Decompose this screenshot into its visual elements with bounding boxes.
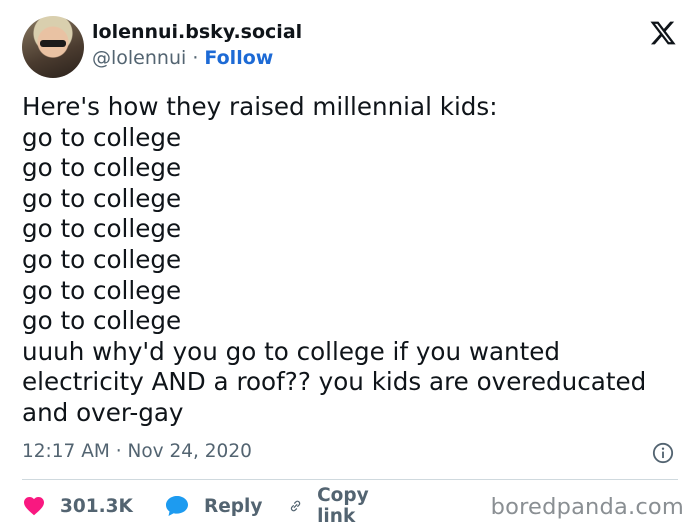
post-timestamp[interactable]: 12:17 AM · Nov 24, 2020 <box>22 441 252 462</box>
post-line: go to college <box>22 275 182 305</box>
author-display-name[interactable]: lolennui.bsky.social <box>92 21 302 43</box>
copy-link-button[interactable]: Copy link <box>288 485 378 527</box>
watermark: boredpanda.com <box>490 494 684 520</box>
post-line: electricity AND a roof?? you kids are ov… <box>22 367 647 397</box>
heart-icon <box>24 497 44 516</box>
info-icon[interactable] <box>652 442 674 464</box>
post-text: Here's how they raised millennial kids: … <box>22 92 682 429</box>
post-date: Nov 24, 2020 <box>127 441 252 462</box>
reply-bubble-icon <box>166 496 188 516</box>
copy-link-label: Copy link <box>317 485 369 527</box>
post-line: go to college <box>22 214 182 244</box>
post-line: and over-gay <box>22 397 184 427</box>
author-handle[interactable]: @lolennui <box>92 47 186 69</box>
follow-button[interactable]: Follow <box>204 47 273 69</box>
post-line: go to college <box>22 153 182 183</box>
like-button[interactable]: 301.3K <box>22 492 133 520</box>
reply-button[interactable]: Reply <box>164 492 262 520</box>
avatar[interactable] <box>22 16 84 78</box>
post-line: uuuh why'd you go to college if you want… <box>22 336 561 366</box>
handle-separator: · <box>192 47 199 69</box>
divider <box>22 479 678 480</box>
post-line: go to college <box>22 244 182 274</box>
post-line: Here's how they raised millennial kids: <box>22 92 498 121</box>
timestamp-separator: · <box>115 441 122 462</box>
post-line: go to college <box>22 122 182 152</box>
author-handle-line: @lolennui · Follow <box>92 47 273 69</box>
avatar-sunglasses <box>40 40 66 47</box>
x-logo-icon[interactable] <box>649 19 677 47</box>
post-line: go to college <box>22 183 182 213</box>
like-count: 301.3K <box>60 495 133 517</box>
post-line: go to college <box>22 306 182 336</box>
link-icon <box>290 500 301 512</box>
post-time: 12:17 AM <box>22 441 110 462</box>
reply-label: Reply <box>204 495 263 517</box>
